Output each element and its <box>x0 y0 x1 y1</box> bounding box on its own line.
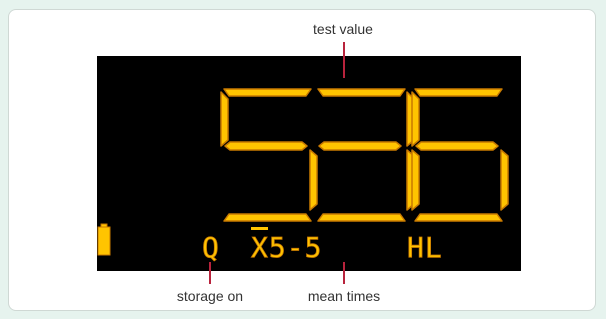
digit-6 <box>411 88 509 222</box>
mode-indicator: HL <box>407 231 443 264</box>
lcd-segments: Q X5-5 HL <box>97 88 509 264</box>
digit-5 <box>220 88 318 222</box>
lcd-screen: Q X5-5 HL <box>97 56 521 271</box>
mean-overline <box>251 227 268 230</box>
battery-icon <box>97 223 111 256</box>
mean-times-readout: X5-5 <box>251 231 322 264</box>
digit-3 <box>317 88 415 222</box>
leader-mean-times <box>343 262 345 284</box>
main-value-digits <box>220 88 509 222</box>
leader-test-value <box>343 42 345 78</box>
storage-indicator: Q <box>202 231 220 264</box>
label-test-value: test value <box>313 21 373 37</box>
label-mean-times: mean times <box>307 288 381 304</box>
leader-storage-on <box>209 262 211 284</box>
label-storage-on: storage on <box>176 288 244 304</box>
